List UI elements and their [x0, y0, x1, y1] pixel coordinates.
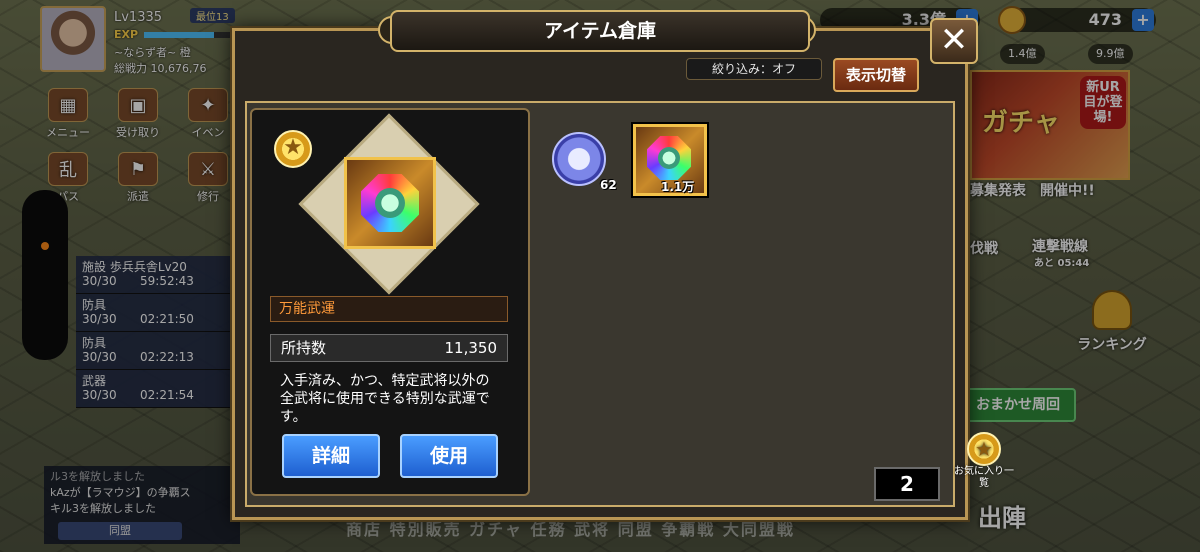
favorites-button[interactable]: ★ お気に入り一覧	[952, 432, 1016, 490]
count-label: 所持数	[281, 339, 327, 357]
inventory-slot[interactable]: 62	[552, 128, 617, 192]
count-value: 11,350	[444, 339, 498, 357]
selected-item-icon	[344, 157, 436, 249]
slot-quantity: 62	[600, 178, 617, 192]
use-button[interactable]: 使用	[400, 434, 498, 478]
slot-quantity: 1.1万	[661, 180, 695, 194]
star-icon: ★	[967, 432, 1001, 466]
filter-toggle[interactable]: 絞り込み：オフ	[686, 58, 822, 80]
item-name: 万能武運	[270, 296, 508, 322]
close-button[interactable]: ✕	[930, 18, 978, 64]
toggle-view-button[interactable]: 表示切替	[833, 58, 919, 92]
details-button[interactable]: 詳細	[282, 434, 380, 478]
item-count: 所持数 11,350	[270, 334, 508, 362]
rainbow-gem-icon	[361, 174, 419, 232]
modal-title: アイテム倉庫	[390, 10, 810, 52]
item-description: 入手済み、かつ、特定武将以外の全武将に使用できる特別な武運です。	[280, 373, 490, 425]
favorites-label: お気に入り一覧	[954, 466, 1014, 489]
page-number: 2	[874, 467, 940, 501]
inventory-slot-selected[interactable]: 1.1万	[633, 124, 707, 196]
gem-core	[658, 147, 680, 169]
star-icon: ★	[274, 130, 312, 168]
blue-coin-icon	[552, 132, 606, 186]
gem-core	[375, 188, 405, 218]
close-icon: ✕	[939, 20, 969, 60]
